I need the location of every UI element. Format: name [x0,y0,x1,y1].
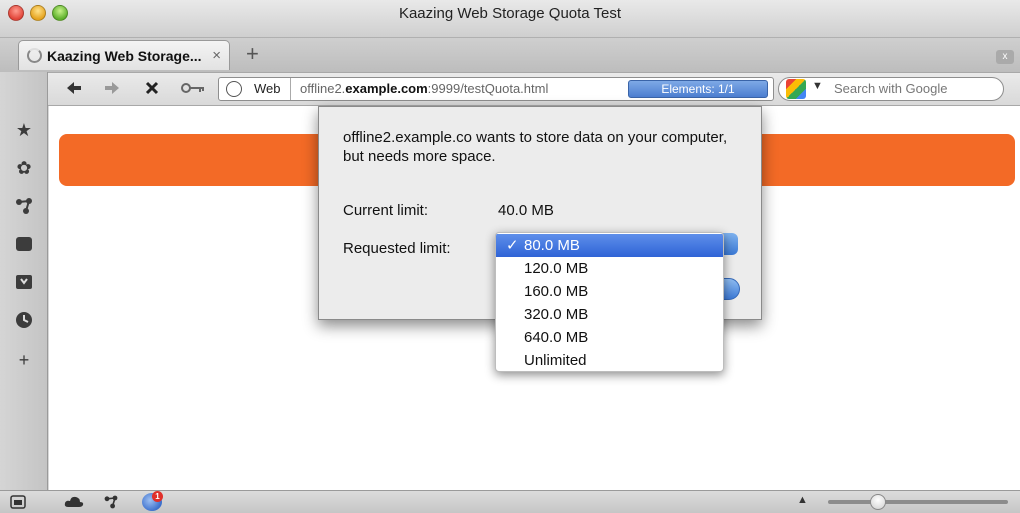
inbox-glyph-icon [16,275,32,289]
share-status-icon[interactable] [102,494,120,513]
window-title: Kaazing Web Storage Quota Test [398,5,622,22]
tab-active[interactable]: Kaazing Web Storage... × [18,40,230,70]
globe-icon [226,81,242,97]
elements-badge[interactable]: Elements: 1/1 [628,80,768,98]
window-toggle-icon[interactable] [10,494,26,513]
menu-item-label: 320.0 MB [524,306,589,323]
menu-item[interactable]: Unlimited [496,349,723,371]
tab-close-button[interactable]: × [212,47,221,64]
menu-item-label: Unlimited [524,352,587,369]
scroll-up-icon[interactable]: ▲ [797,494,808,506]
address-divider [290,78,291,100]
checkmark-icon: ✓ [506,237,519,254]
clock-icon[interactable] [14,310,34,330]
plus-icon[interactable]: + [14,350,34,370]
keychain-button[interactable] [180,78,206,102]
note-shape [16,237,32,251]
note-icon[interactable] [14,234,34,254]
forward-button[interactable] [102,78,122,102]
key-icon [181,83,204,93]
browser-window: Kaazing Web Storage Quota Test Kaazing W… [0,0,1020,513]
menu-item[interactable]: ✓ 80.0 MB [496,234,723,257]
tab-strip-close-button[interactable]: x [996,50,1014,64]
address-mode-label: Web [254,81,281,96]
stop-icon [145,81,159,95]
cloud-glyph-icon [64,496,84,507]
requested-limit-menu: ✓ 80.0 MB 120.0 MB 160.0 MB 320.0 MB 640… [495,232,724,372]
dialog-message: offline2.example.co wants to store data … [343,129,728,165]
download-icon[interactable] [14,272,34,292]
star-icon[interactable]: ★ [14,120,34,140]
chevron-down-icon[interactable]: ▼ [812,80,823,92]
current-limit-value: 40.0 MB [498,202,554,219]
menu-item-label: 80.0 MB [524,237,580,254]
back-button[interactable] [64,78,84,102]
url-suffix: :9999/testQuota.html [427,81,549,96]
menu-item[interactable]: 160.0 MB [496,280,723,303]
url-prefix: offline2. [300,81,346,96]
menu-item[interactable]: 320.0 MB [496,303,723,326]
new-tab-button[interactable]: + [246,43,259,65]
share-glyph-icon [16,198,32,214]
search-placeholder: Search with Google [834,81,948,96]
panel-glyph-icon [10,495,26,509]
url-domain: example.com [345,81,428,96]
menu-item-label: 160.0 MB [524,283,589,300]
current-limit-label: Current limit: [343,202,429,219]
forward-arrow-icon [105,82,119,94]
address-url[interactable]: offline2.example.com:9999/testQuota.html [300,81,548,96]
history-glyph-icon [16,312,32,328]
menu-item-label: 120.0 MB [524,260,589,277]
tab-title: Kaazing Web Storage... [47,48,202,64]
zoom-slider-handle[interactable] [870,494,886,510]
gear-icon[interactable]: ✿ [14,158,34,178]
stop-button[interactable] [142,78,162,102]
back-arrow-icon [67,82,81,94]
share-glyph-small-icon [104,495,118,509]
loading-spinner-icon [27,48,42,63]
google-icon[interactable] [786,79,806,99]
menu-item-label: 640.0 MB [524,329,589,346]
notification-badge: 1 [152,491,163,502]
menu-item[interactable]: 640.0 MB [496,326,723,349]
zoom-slider[interactable] [828,500,1008,504]
requested-limit-label: Requested limit: [343,240,451,257]
menu-item[interactable]: 120.0 MB [496,257,723,280]
cloud-icon[interactable] [64,494,84,513]
share-icon[interactable] [14,196,34,216]
